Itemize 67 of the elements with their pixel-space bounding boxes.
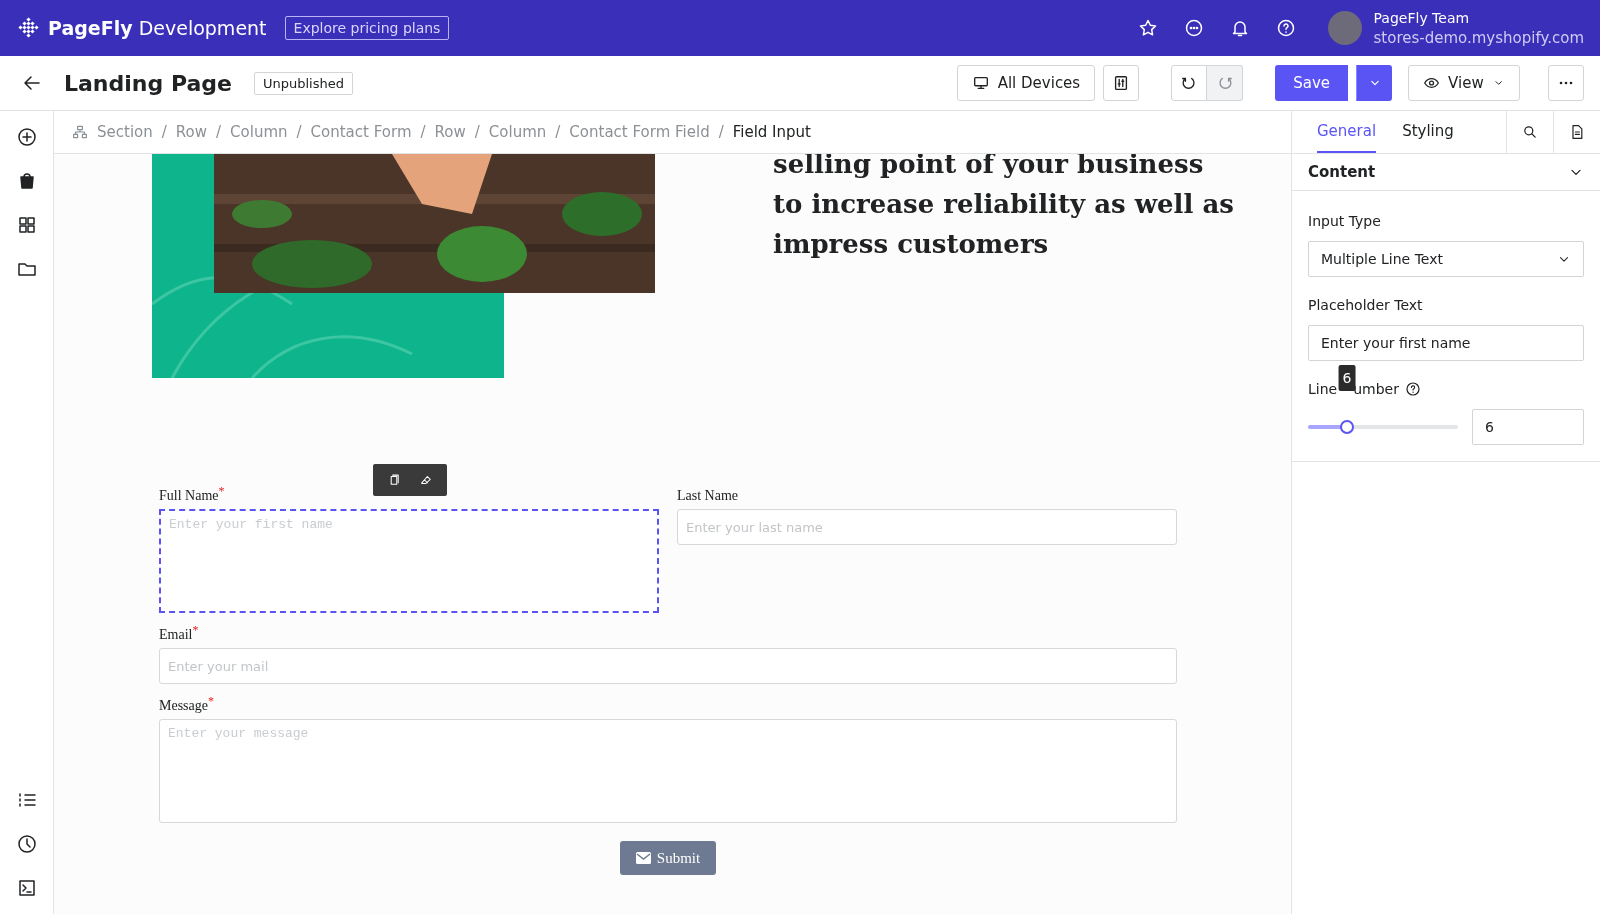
section-header[interactable]: Content bbox=[1292, 154, 1600, 191]
terminal-icon[interactable] bbox=[16, 878, 37, 898]
placeholder-text-field[interactable]: Enter your first name bbox=[1308, 325, 1584, 361]
breadcrumb-separator: / bbox=[474, 123, 480, 141]
monitor-icon bbox=[971, 74, 990, 92]
hero-heading-line: to increase reliability as well as bbox=[773, 188, 1234, 221]
field-label: Email bbox=[159, 627, 193, 643]
field-label: Last Name bbox=[677, 488, 739, 504]
search-icon[interactable] bbox=[1522, 124, 1538, 140]
breadcrumb-item[interactable]: Row bbox=[175, 123, 207, 141]
breadcrumb-separator: / bbox=[420, 123, 426, 141]
star-icon[interactable] bbox=[1137, 18, 1158, 38]
breadcrumb-item[interactable]: Section bbox=[97, 123, 153, 141]
field-label: umber bbox=[1353, 381, 1399, 397]
brand-name: PageFly Development bbox=[48, 17, 267, 39]
envelope-icon bbox=[635, 852, 651, 864]
breadcrumb-separator: / bbox=[718, 123, 724, 141]
breadcrumb-item[interactable]: Row bbox=[434, 123, 466, 141]
hero-heading-line: impress customers bbox=[773, 228, 1050, 261]
field-label: Placeholder Text bbox=[1308, 297, 1423, 313]
status-badge: Unpublished bbox=[253, 71, 353, 95]
page-title: Landing Page bbox=[64, 70, 232, 96]
field-label: Line bbox=[1308, 381, 1338, 397]
breadcrumb-item[interactable]: Column bbox=[488, 123, 547, 141]
panel-tab[interactable]: Styling bbox=[1402, 111, 1454, 153]
user-name: PageFly Team bbox=[1373, 9, 1471, 28]
breadcrumb-item[interactable]: Field Input bbox=[732, 123, 811, 141]
more-icon bbox=[1559, 81, 1573, 85]
save-button[interactable]: Save bbox=[1275, 65, 1348, 101]
back-arrow-icon[interactable] bbox=[22, 73, 42, 93]
submit-button[interactable]: Submit bbox=[619, 841, 717, 875]
devices-button[interactable]: All Devices bbox=[956, 65, 1096, 101]
hero-heading-line: selling point of your business bbox=[773, 154, 1205, 181]
breadcrumb-separator: / bbox=[216, 123, 222, 141]
undo-button[interactable] bbox=[1171, 65, 1208, 101]
breadcrumb-separator: / bbox=[296, 123, 302, 141]
help-icon[interactable] bbox=[1404, 381, 1421, 397]
help-icon[interactable] bbox=[1275, 18, 1296, 38]
line-number-field[interactable]: 6 bbox=[1472, 409, 1584, 445]
value-tooltip: 6 bbox=[1338, 365, 1356, 391]
input-type-dropdown[interactable]: Multiple Line Text bbox=[1308, 241, 1584, 277]
grid-icon[interactable] bbox=[16, 215, 37, 235]
sitemap-icon bbox=[72, 124, 88, 140]
pricing-button[interactable]: Explore pricing plans bbox=[284, 16, 450, 40]
store-domain: stores-demo.myshopify.com bbox=[1373, 28, 1584, 48]
breadcrumb-separator: / bbox=[555, 123, 561, 141]
add-icon[interactable] bbox=[16, 127, 37, 147]
panel-tab[interactable]: General bbox=[1317, 111, 1377, 153]
required-mark: * bbox=[218, 484, 225, 500]
required-mark: * bbox=[192, 623, 199, 639]
numbered-list-icon[interactable] bbox=[16, 790, 37, 810]
view-button[interactable]: View bbox=[1408, 65, 1520, 101]
chat-icon[interactable] bbox=[1183, 18, 1204, 38]
breadcrumb-item[interactable]: Column bbox=[230, 123, 288, 141]
slider-thumb[interactable] bbox=[1340, 420, 1354, 434]
breadcrumb-separator: / bbox=[161, 123, 167, 141]
logo-icon bbox=[16, 15, 42, 41]
required-mark: * bbox=[208, 694, 214, 708]
breadcrumb-item[interactable]: Contact Form Field bbox=[569, 123, 710, 141]
breadcrumb-item[interactable]: Contact Form bbox=[310, 123, 412, 141]
sliders-button[interactable] bbox=[1103, 65, 1140, 101]
eraser-icon[interactable] bbox=[419, 473, 433, 487]
field-label: Message bbox=[159, 698, 208, 714]
document-icon[interactable] bbox=[1569, 124, 1585, 140]
field-label: Full Name bbox=[159, 488, 219, 504]
clock-icon[interactable] bbox=[16, 834, 37, 854]
field-label: Input Type bbox=[1308, 213, 1381, 229]
